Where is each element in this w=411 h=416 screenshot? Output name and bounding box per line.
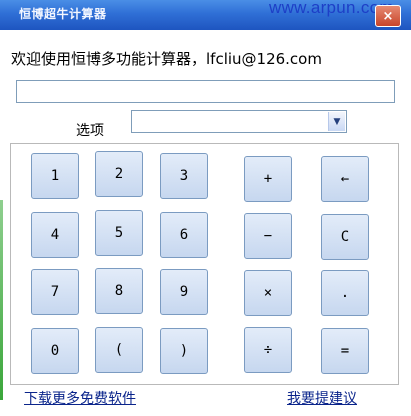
key-7[interactable]: 7 xyxy=(31,269,79,315)
calculator-display[interactable] xyxy=(16,80,395,103)
dropdown-arrow-icon[interactable]: ▼ xyxy=(328,112,345,131)
option-dropdown[interactable]: ▼ xyxy=(131,110,347,133)
key-backspace[interactable]: ← xyxy=(321,156,369,202)
welcome-text: 欢迎使用恒博多功能计算器，lfcliu@126.com xyxy=(11,50,322,68)
key-8[interactable]: 8 xyxy=(95,268,143,314)
key-6[interactable]: 6 xyxy=(160,212,208,258)
key-4[interactable]: 4 xyxy=(31,212,79,258)
key-2[interactable]: 2 xyxy=(95,151,143,197)
key-divide[interactable]: ÷ xyxy=(244,327,292,373)
feedback-link[interactable]: 我要提建议 xyxy=(287,388,357,408)
key-equals[interactable]: = xyxy=(321,328,369,374)
window-left-edge xyxy=(0,200,3,400)
key-3[interactable]: 3 xyxy=(160,153,208,199)
key-plus[interactable]: + xyxy=(244,156,292,202)
calculator-panel: 欢迎使用恒博多功能计算器，lfcliu@126.com 选项 ▼ 1 2 3 +… xyxy=(0,30,411,416)
key-right-paren[interactable]: ) xyxy=(160,328,208,374)
key-decimal[interactable]: . xyxy=(321,270,369,316)
key-clear[interactable]: C xyxy=(321,214,369,260)
close-button[interactable]: × xyxy=(375,5,401,27)
key-9[interactable]: 9 xyxy=(160,269,208,315)
key-1[interactable]: 1 xyxy=(31,153,79,199)
download-more-software-link[interactable]: 下载更多免费软件 xyxy=(24,388,136,408)
key-multiply[interactable]: × xyxy=(244,270,292,316)
keypad: 1 2 3 + ← 4 5 6 − C 7 8 9 × . 0 ( ) ÷ = xyxy=(10,143,399,385)
title-bar: 恒博超牛计算器 www.arpun.com × xyxy=(0,0,411,30)
key-left-paren[interactable]: ( xyxy=(95,327,143,373)
window-title: 恒博超牛计算器 xyxy=(19,7,107,21)
key-5[interactable]: 5 xyxy=(95,210,143,256)
key-minus[interactable]: − xyxy=(244,213,292,259)
option-label: 选项 xyxy=(76,123,104,139)
key-0[interactable]: 0 xyxy=(31,328,79,374)
close-icon: × xyxy=(382,8,394,24)
